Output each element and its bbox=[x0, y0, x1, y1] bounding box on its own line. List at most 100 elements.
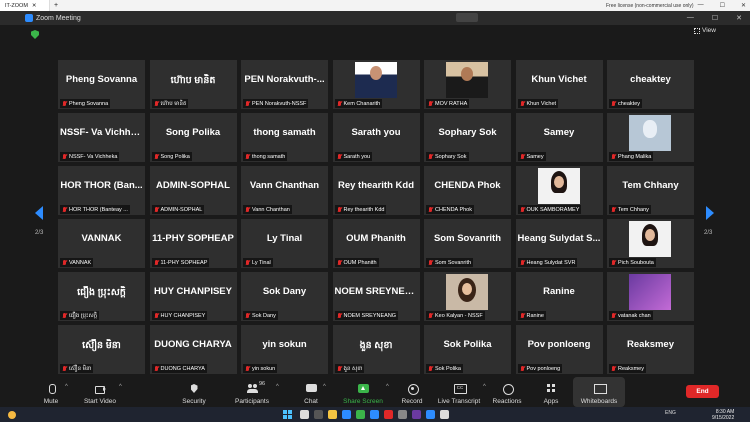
start-video-button[interactable]: Start Video bbox=[82, 377, 118, 407]
participant-tile[interactable]: MOV RATHA bbox=[424, 60, 511, 109]
close-button[interactable]: ✕ bbox=[741, 2, 746, 9]
participant-tile[interactable]: Sok Polika Sok Polika bbox=[424, 325, 511, 374]
participant-name-label: Ly Tinal bbox=[243, 258, 273, 267]
zoom-minimize-button[interactable]: — bbox=[687, 14, 694, 22]
participant-tile[interactable]: Sophary Sok Sophary Sok bbox=[424, 113, 511, 162]
participant-tile[interactable]: VANNAK VANNAK bbox=[58, 219, 145, 268]
participant-label-text: PEN Norakvuth-NSSF bbox=[252, 100, 307, 107]
reactions-button[interactable]: Reactions bbox=[492, 377, 522, 407]
apps-button[interactable]: Apps bbox=[541, 377, 561, 407]
participant-tile[interactable]: Rey thearith Kdd Rey thearith Kdd bbox=[332, 166, 420, 215]
mute-button[interactable]: Mute bbox=[40, 377, 62, 407]
participant-tile[interactable]: OUM Phanith OUM Phanith bbox=[332, 219, 420, 268]
participant-tile[interactable]: Ly Tinal Ly Tinal bbox=[241, 219, 328, 268]
participant-tile[interactable]: Vann Chanthan Vann Chanthan bbox=[241, 166, 328, 215]
zoom-close-button[interactable]: ✕ bbox=[736, 14, 742, 22]
participant-tile[interactable]: Tem Chhany Tem Chhany bbox=[607, 166, 694, 215]
participant-tile[interactable]: ADMIN-SOPHAL ADMIN-SOPHAL bbox=[149, 166, 237, 215]
chat-button[interactable]: Chat bbox=[301, 377, 321, 407]
file-explorer-icon[interactable] bbox=[328, 410, 337, 419]
previous-page-arrow-icon[interactable] bbox=[35, 206, 43, 220]
participants-caret-icon[interactable]: ^ bbox=[276, 384, 279, 390]
minimize-button[interactable]: — bbox=[698, 2, 704, 9]
share-screen-button[interactable]: Share Screen bbox=[343, 377, 383, 407]
participant-name-label: vatanak chan bbox=[609, 311, 653, 320]
participant-tile[interactable]: Phang Malika bbox=[607, 113, 694, 162]
participant-tile[interactable]: PEN Norakvuth-... PEN Norakvuth-NSSF bbox=[241, 60, 328, 109]
participant-tile[interactable]: HOR THOR (Ban... HOR THOR (Banteay ... bbox=[58, 166, 145, 215]
record-button[interactable]: Record bbox=[400, 377, 424, 407]
participant-tile[interactable]: CHENDA Phok CHENDA Phok bbox=[424, 166, 511, 215]
participant-label-text: Pich Soubouta bbox=[618, 259, 654, 266]
participant-tile[interactable]: ហ៊ោប មានិត ហ៊ោប មានិត bbox=[149, 60, 237, 109]
participant-tile[interactable]: Pheng Sovanna Pheng Sovanna bbox=[58, 60, 145, 109]
chat-caret-icon[interactable]: ^ bbox=[323, 384, 326, 390]
participant-tile[interactable]: Pov ponloeng Pov ponloeng bbox=[515, 325, 603, 374]
new-tab-button[interactable]: + bbox=[54, 2, 58, 9]
app-icon[interactable] bbox=[398, 410, 407, 419]
participant-tile[interactable]: yin sokun yin sokun bbox=[241, 325, 328, 374]
participant-tile[interactable]: Kem Chanarith bbox=[332, 60, 420, 109]
participant-name-label: Phang Malika bbox=[609, 152, 654, 161]
window-control-pill[interactable] bbox=[456, 13, 478, 22]
muted-mic-icon bbox=[611, 312, 616, 319]
participant-tile[interactable]: 11-PHY SOPHEAP 11-PHY SOPHEAP bbox=[149, 219, 237, 268]
windows-start-icon[interactable] bbox=[283, 410, 292, 419]
app-icon[interactable] bbox=[426, 410, 435, 419]
maximize-button[interactable]: ☐ bbox=[720, 2, 725, 9]
video-options-caret-icon[interactable]: ^ bbox=[119, 384, 122, 390]
participant-tile[interactable]: Heang Sulydat S... Heang Sulydat SVR bbox=[515, 219, 603, 268]
zoom-maximize-button[interactable]: ☐ bbox=[712, 14, 718, 22]
participant-tile[interactable]: ជឿង ប្រុះសក្តិ ជឿង ប្រុះសក្តិ bbox=[58, 272, 145, 321]
grid-icon bbox=[694, 27, 700, 34]
participant-tile[interactable]: Khun Vichet Khun Vichet bbox=[515, 60, 603, 109]
language-indicator[interactable]: ENG bbox=[665, 410, 676, 416]
participant-label-text: CHENDA Phok bbox=[435, 206, 472, 213]
participant-tile[interactable]: Ranine Ranine bbox=[515, 272, 603, 321]
task-view-icon[interactable] bbox=[314, 410, 323, 419]
participant-tile[interactable]: Sok Dany Sok Dany bbox=[241, 272, 328, 321]
security-button[interactable]: Security bbox=[180, 377, 208, 407]
taskbar-clock[interactable]: 8:30 AM 9/15/2022 bbox=[712, 409, 734, 421]
participant-tile[interactable]: NOEM SREYNEA... NOEM SREYNEANG bbox=[332, 272, 420, 321]
participant-tile[interactable]: Pich Soubouta bbox=[607, 219, 694, 268]
encryption-shield-icon[interactable] bbox=[31, 30, 39, 39]
participant-tile[interactable]: cheaktey cheaktey bbox=[607, 60, 694, 109]
participant-tile[interactable]: Song Polika Song Polika bbox=[149, 113, 237, 162]
participant-tile[interactable]: OUK SAMBORAMEY bbox=[515, 166, 603, 215]
whiteboards-button[interactable]: Whiteboards bbox=[573, 377, 625, 407]
participant-display-name: Sok Dany bbox=[262, 286, 307, 297]
participant-tile[interactable]: ងួន សុខា ងួន សុខា bbox=[332, 325, 420, 374]
participant-tile[interactable]: NSSF- Va Vichhe... NSSF- Va Vichheka bbox=[58, 113, 145, 162]
app-icon[interactable] bbox=[440, 410, 449, 419]
end-meeting-button[interactable]: End bbox=[686, 385, 719, 398]
participant-tile[interactable]: HUY CHANPISEY HUY CHANPISEY bbox=[149, 272, 237, 321]
zoom-taskbar-icon[interactable] bbox=[370, 410, 379, 419]
participant-tile[interactable]: thong samath thong samath bbox=[241, 113, 328, 162]
participant-tile[interactable]: Som Sovanrith Som Sovanrith bbox=[424, 219, 511, 268]
tab-close-icon[interactable]: ✕ bbox=[32, 3, 37, 9]
participant-tile[interactable]: ស៊ឿន មិនា ស៊ឿន មិនា bbox=[58, 325, 145, 374]
participant-tile[interactable]: Sarath you Sarath you bbox=[332, 113, 420, 162]
app-icon[interactable] bbox=[384, 410, 393, 419]
browser-tab[interactable]: IT-ZOOM ✕ bbox=[0, 0, 50, 11]
weather-icon[interactable] bbox=[8, 411, 16, 419]
share-caret-icon[interactable]: ^ bbox=[386, 384, 389, 390]
next-page-arrow-icon[interactable] bbox=[706, 206, 714, 220]
participant-tile[interactable]: Reaksmey Reaksmey bbox=[607, 325, 694, 374]
participant-tile[interactable]: Samey Samey bbox=[515, 113, 603, 162]
participant-label-text: Heang Sulydat SVR bbox=[526, 259, 576, 266]
chrome-icon[interactable] bbox=[356, 410, 365, 419]
edge-icon[interactable] bbox=[342, 410, 351, 419]
view-button[interactable]: View bbox=[694, 27, 716, 34]
participant-tile[interactable]: DUONG CHARYA DUONG CHARYA bbox=[149, 325, 237, 374]
participant-display-name: Rey thearith Kdd bbox=[337, 180, 414, 191]
participant-tile[interactable]: vatanak chan bbox=[607, 272, 694, 321]
search-icon[interactable] bbox=[300, 410, 309, 419]
participants-button[interactable]: Participants bbox=[232, 377, 272, 407]
live-transcript-button[interactable]: Live Transcript bbox=[436, 377, 482, 407]
audio-options-caret-icon[interactable]: ^ bbox=[65, 384, 68, 390]
participant-tile[interactable]: Keo Kalyan - NSSF bbox=[424, 272, 511, 321]
transcript-caret-icon[interactable]: ^ bbox=[483, 384, 486, 390]
app-icon[interactable] bbox=[412, 410, 421, 419]
